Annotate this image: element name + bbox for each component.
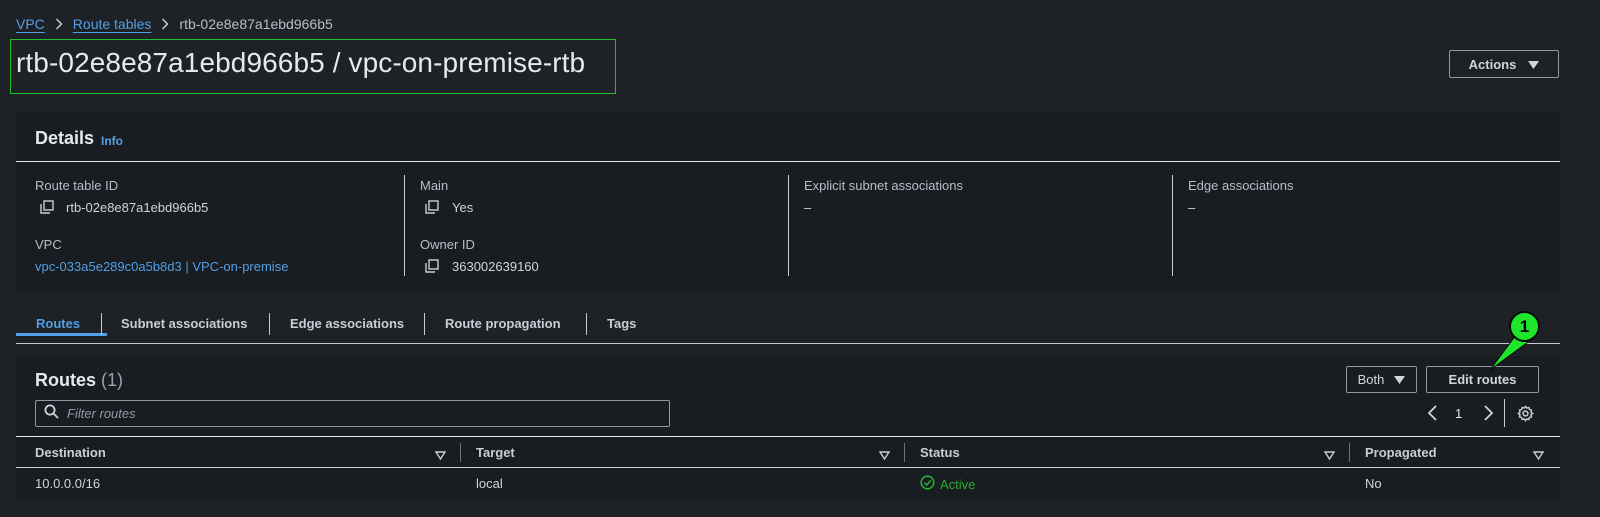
explicit-subnet-associations-label: Explicit subnet associations	[804, 178, 963, 193]
active-tab-indicator	[16, 333, 107, 336]
route-table-id-value: rtb-02e8e87a1ebd966b5	[66, 200, 209, 215]
route-filter-select[interactable]: Both	[1346, 366, 1417, 393]
edge-associations-label: Edge associations	[1188, 178, 1294, 193]
filter-routes-field[interactable]	[35, 400, 670, 427]
tab-separator	[101, 313, 102, 335]
copy-icon[interactable]	[425, 200, 439, 214]
table-header-border	[16, 467, 1560, 468]
tab-subnet-associations[interactable]: Subnet associations	[121, 316, 247, 331]
column-header-status[interactable]: Status	[920, 445, 960, 460]
breadcrumb: VPC Route tables rtb-02e8e87a1ebd966b5	[16, 15, 333, 33]
owner-id-label: Owner ID	[420, 237, 475, 252]
column-header-destination[interactable]: Destination	[35, 445, 106, 460]
details-column-divider	[1172, 175, 1173, 276]
table-top-border	[16, 436, 1560, 437]
details-divider	[16, 161, 1560, 162]
tab-separator	[269, 313, 270, 335]
tab-routes[interactable]: Routes	[36, 316, 80, 331]
actions-button[interactable]: Actions	[1449, 50, 1559, 78]
tab-tags[interactable]: Tags	[607, 316, 636, 331]
route-table-id-label: Route table ID	[35, 178, 119, 193]
annotation-badge: 1	[1509, 311, 1540, 342]
chevron-right-icon[interactable]	[1480, 404, 1496, 422]
chevron-right-icon	[151, 18, 179, 30]
cell-destination: 10.0.0.0/16	[35, 476, 101, 491]
routes-panel	[16, 356, 1560, 500]
sort-down-icon[interactable]	[878, 447, 891, 461]
details-heading: Details	[35, 128, 95, 148]
explicit-subnet-associations-value: –	[804, 200, 812, 215]
routes-heading: Routes (1)	[35, 370, 123, 391]
tabs-bottom-border	[16, 343, 1560, 344]
details-column-divider	[788, 175, 789, 276]
column-separator	[1349, 443, 1350, 462]
column-separator	[460, 443, 461, 462]
tab-separator	[586, 313, 587, 335]
gear-icon[interactable]	[1517, 405, 1534, 422]
cell-status: Active	[920, 475, 975, 493]
edge-associations-value: –	[1188, 200, 1196, 215]
check-circle-icon	[920, 475, 935, 493]
search-icon	[44, 404, 59, 424]
vpc-link[interactable]: vpc-033a5e289c0a5b8d3 | VPC-on-premise	[35, 259, 288, 274]
routes-heading-label: Routes	[35, 370, 97, 390]
breadcrumb-route-tables-link[interactable]: Route tables	[73, 16, 152, 32]
column-header-target[interactable]: Target	[476, 445, 515, 460]
filter-routes-input[interactable]	[67, 406, 647, 421]
tab-route-propagation[interactable]: Route propagation	[445, 316, 561, 331]
main-label: Main	[420, 178, 449, 193]
sort-down-icon[interactable]	[1323, 447, 1336, 461]
page-number[interactable]: 1	[1455, 406, 1462, 421]
cell-target: local	[476, 476, 503, 491]
vpc-label: VPC	[35, 237, 62, 252]
caret-down-icon	[1394, 372, 1406, 387]
column-header-propagated[interactable]: Propagated	[1365, 445, 1437, 460]
pager-separator	[1504, 399, 1505, 427]
main-value: Yes	[452, 200, 474, 215]
tab-separator	[424, 313, 425, 335]
breadcrumb-vpc-link[interactable]: VPC	[16, 16, 45, 32]
column-separator	[904, 443, 905, 462]
copy-icon[interactable]	[40, 200, 54, 214]
status-text: Active	[940, 476, 976, 492]
caret-down-icon	[1528, 57, 1540, 72]
actions-label: Actions	[1468, 56, 1517, 72]
page-title: rtb-02e8e87a1ebd966b5 / vpc-on-premise-r…	[16, 47, 586, 78]
info-link[interactable]: Info	[101, 134, 123, 148]
details-column-divider	[404, 175, 405, 276]
cell-propagated: No	[1365, 476, 1382, 491]
route-filter-select-value: Both	[1357, 372, 1385, 387]
sort-down-icon[interactable]	[1532, 447, 1545, 461]
routes-count: (1)	[101, 370, 124, 390]
tab-edge-associations[interactable]: Edge associations	[290, 316, 404, 331]
sort-down-icon[interactable]	[434, 447, 447, 461]
chevron-right-icon	[45, 18, 73, 30]
copy-icon[interactable]	[425, 259, 439, 273]
breadcrumb-current: rtb-02e8e87a1ebd966b5	[179, 16, 333, 32]
owner-id-value: 363002639160	[452, 259, 539, 274]
chevron-left-icon[interactable]	[1425, 404, 1441, 422]
